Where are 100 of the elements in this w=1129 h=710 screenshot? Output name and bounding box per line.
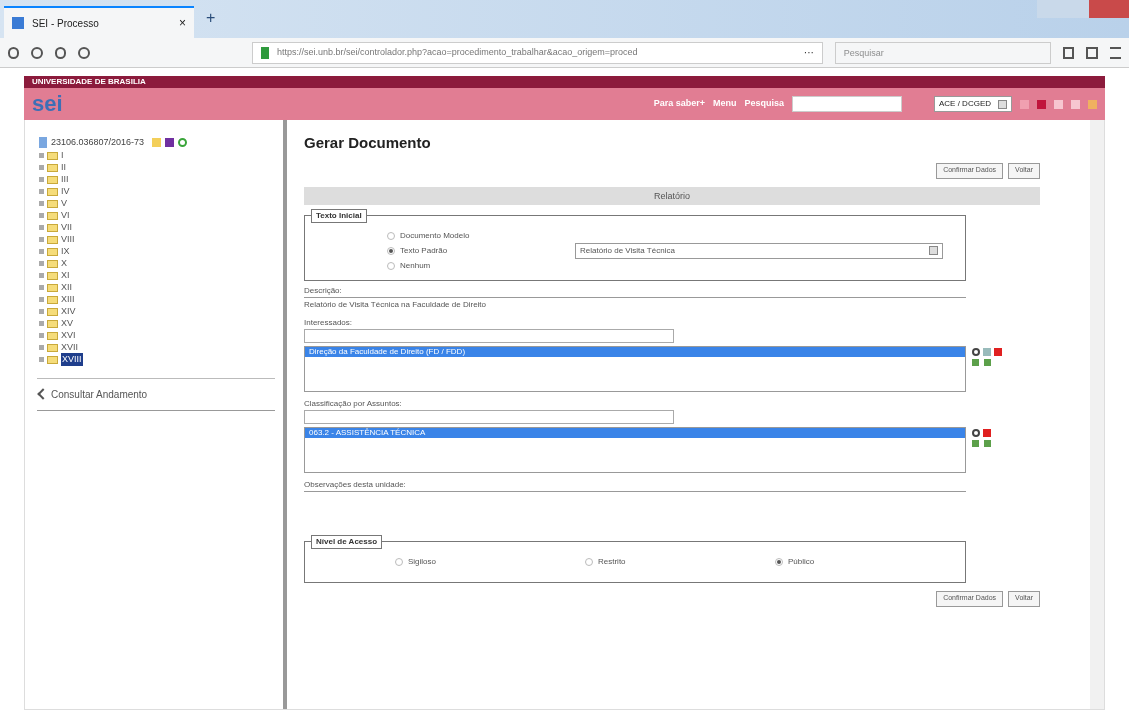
folder-icon	[47, 355, 58, 364]
expand-icon[interactable]	[39, 237, 44, 242]
folder-item[interactable]: XIII	[61, 292, 75, 307]
folder-icon	[47, 343, 58, 352]
close-window-button[interactable]	[1089, 0, 1129, 18]
folder-icon	[47, 199, 58, 208]
maximize-button[interactable]	[1063, 0, 1089, 18]
folder-icon	[47, 151, 58, 160]
folder-icon	[47, 223, 58, 232]
folder-item[interactable]: XVII	[61, 340, 78, 355]
folder-icon	[47, 271, 58, 280]
consult-link[interactable]: Consultar Andamento	[51, 386, 148, 402]
folder-item[interactable]: XIV	[61, 304, 76, 319]
expand-icon[interactable]	[39, 333, 44, 338]
list-item[interactable]: Direção da Faculdade de Direito (FD / FDD)	[305, 346, 965, 357]
list-box[interactable]: 063.2 - ASSISTÊNCIA TÉCNICA	[304, 426, 966, 473]
browser-tab[interactable]: SEI - Processo ×	[4, 6, 194, 38]
folder-icon	[47, 235, 58, 244]
radio-option[interactable]: Público	[775, 555, 965, 568]
scrollbar[interactable]	[1090, 120, 1104, 709]
folder-icon	[47, 283, 58, 292]
expand-icon[interactable]	[39, 225, 44, 230]
radio-option[interactable]: Sigiloso	[395, 555, 585, 568]
process-number[interactable]: 23106.036807/2016-73	[51, 136, 145, 150]
expand-icon[interactable]	[39, 273, 44, 278]
field-label: Descrição:	[304, 284, 343, 297]
folder-item[interactable]: I	[61, 148, 64, 163]
radio-option[interactable]: Nenhum	[387, 259, 575, 272]
expand-icon[interactable]	[39, 249, 44, 254]
dropdown-icon	[929, 246, 938, 255]
expand-icon[interactable]	[39, 297, 44, 302]
folder-item[interactable]: IV	[61, 184, 70, 199]
folder-icon	[47, 247, 58, 256]
folder-icon	[47, 331, 58, 340]
folder-item[interactable]: X	[61, 256, 67, 271]
institution-name: UNIVERSIDADE DE BRASILIA	[24, 76, 1105, 88]
folder-icon	[47, 211, 58, 220]
new-tab-button[interactable]: +	[194, 6, 228, 38]
text-select[interactable]: Relatório de Visita Técnica	[575, 242, 943, 259]
folder-item[interactable]: XVI	[61, 328, 76, 343]
dropdown-icon	[998, 99, 1007, 109]
address-bar[interactable]: https://sei.unb.br/sei/controlador.php?acao=procedimento_trabalhar&acao_origem=proced ···	[251, 41, 823, 64]
list-box[interactable]: Direção da Faculdade de Direito (FD / FDD)	[304, 345, 966, 392]
folder-icon	[47, 259, 58, 268]
expand-icon[interactable]	[39, 285, 44, 290]
radio-option[interactable]: Restrito	[585, 555, 775, 568]
folder-item[interactable]: VI	[61, 208, 70, 223]
folder-item[interactable]: IX	[61, 244, 70, 259]
more-button[interactable]: ···	[803, 45, 814, 60]
folder-icon	[47, 187, 58, 196]
expand-icon[interactable]	[39, 357, 44, 362]
field-label: Classificação por Assuntos:	[304, 397, 403, 410]
search-field[interactable]	[792, 96, 902, 112]
expand-icon[interactable]	[39, 345, 44, 350]
expand-icon[interactable]	[39, 201, 44, 206]
url-text: https://sei.unb.br/sei/controlador.php?acao=procedimento_trabalhar&acao_origem=proced	[276, 45, 639, 59]
folder-icon	[47, 175, 58, 184]
expand-icon[interactable]	[39, 165, 44, 170]
radio-option[interactable]: Texto Padrão	[387, 244, 575, 257]
expand-icon[interactable]	[39, 309, 44, 314]
input-field[interactable]	[304, 409, 674, 424]
folder-item[interactable]: V	[61, 196, 67, 211]
expand-icon[interactable]	[39, 189, 44, 194]
section-legend: Texto Inicial	[311, 208, 367, 223]
delete-icon[interactable]	[983, 428, 991, 437]
section-legend: Nível de Acesso	[311, 534, 383, 549]
folder-item[interactable]: XV	[61, 316, 73, 331]
delete-icon[interactable]	[994, 347, 1002, 356]
folder-item[interactable]: VIII	[61, 232, 75, 247]
folder-item[interactable]: XII	[61, 280, 72, 295]
logo: sei	[32, 93, 63, 115]
document-type-bar: Relatório	[304, 186, 1040, 205]
expand-icon[interactable]	[39, 153, 44, 158]
expand-icon[interactable]	[39, 177, 44, 182]
list-item[interactable]: 063.2 - ASSISTÊNCIA TÉCNICA	[305, 427, 965, 438]
unit-value: ACE / DCGED	[939, 98, 992, 110]
menu-icon[interactable]	[1109, 46, 1121, 59]
page-title: Gerar Documento	[304, 133, 432, 153]
tab-title: SEI - Processo	[32, 16, 100, 31]
close-button[interactable]: ×	[179, 14, 186, 32]
radio-option[interactable]: Documento Modelo	[387, 229, 575, 242]
folder-item[interactable]: VII	[61, 220, 72, 235]
description-field[interactable]: Relatório de Visita Técnica na Faculdade de Direito	[304, 296, 966, 311]
folder-icon	[47, 307, 58, 316]
field-label: Interessados:	[304, 316, 354, 329]
folder-icon	[47, 295, 58, 304]
lock-icon	[260, 46, 269, 59]
expand-icon[interactable]	[39, 261, 44, 266]
search-field[interactable]: Pesquisar	[834, 41, 1051, 64]
folder-item[interactable]: II	[61, 160, 66, 175]
expand-icon[interactable]	[39, 213, 44, 218]
unit-select[interactable]: ACE / DCGED	[934, 96, 1012, 112]
folder-item[interactable]: XVIII	[61, 352, 83, 367]
expand-icon[interactable]	[39, 321, 44, 326]
folder-item[interactable]: III	[61, 172, 69, 187]
folder-icon	[47, 319, 58, 328]
folder-item[interactable]: XI	[61, 268, 70, 283]
input-field[interactable]	[304, 328, 674, 343]
folder-icon	[47, 163, 58, 172]
field-label: Observações desta unidade:	[304, 478, 407, 491]
